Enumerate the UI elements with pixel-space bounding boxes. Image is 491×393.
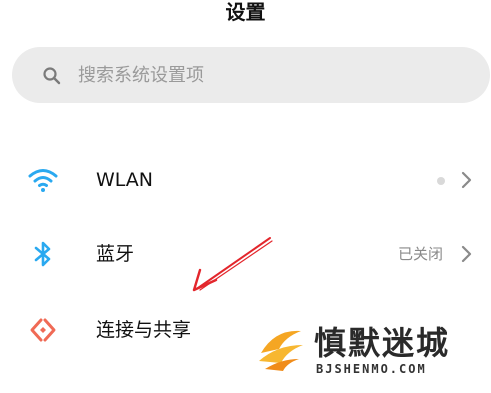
settings-item-label: WLAN (96, 169, 154, 191)
page-title: 设置 (225, 0, 266, 24)
search-input[interactable] (78, 61, 458, 89)
bluetooth-icon (34, 241, 51, 267)
watermark-url: BJSHENMO.COM (316, 362, 427, 376)
watermark: 慎默迷城 BJSHENMO.COM (242, 303, 491, 393)
annotation-arrow (192, 237, 273, 292)
chevron-right-icon (461, 245, 472, 263)
settings-item-label: 连接与共享 (96, 319, 192, 341)
settings-item-label: 蓝牙 (96, 243, 135, 265)
watermark-name: 慎默迷城 (314, 324, 451, 362)
connection-share-icon (30, 318, 56, 342)
settings-item-wlan[interactable]: WLAN (0, 148, 491, 212)
search-icon (43, 67, 61, 85)
watermark-logo (259, 330, 303, 371)
chevron-right-icon (461, 171, 472, 189)
wifi-icon (28, 169, 58, 192)
search-bar[interactable] (12, 47, 490, 103)
wlan-status-indicator (437, 177, 445, 185)
bluetooth-status-value: 已关闭 (397, 245, 443, 263)
